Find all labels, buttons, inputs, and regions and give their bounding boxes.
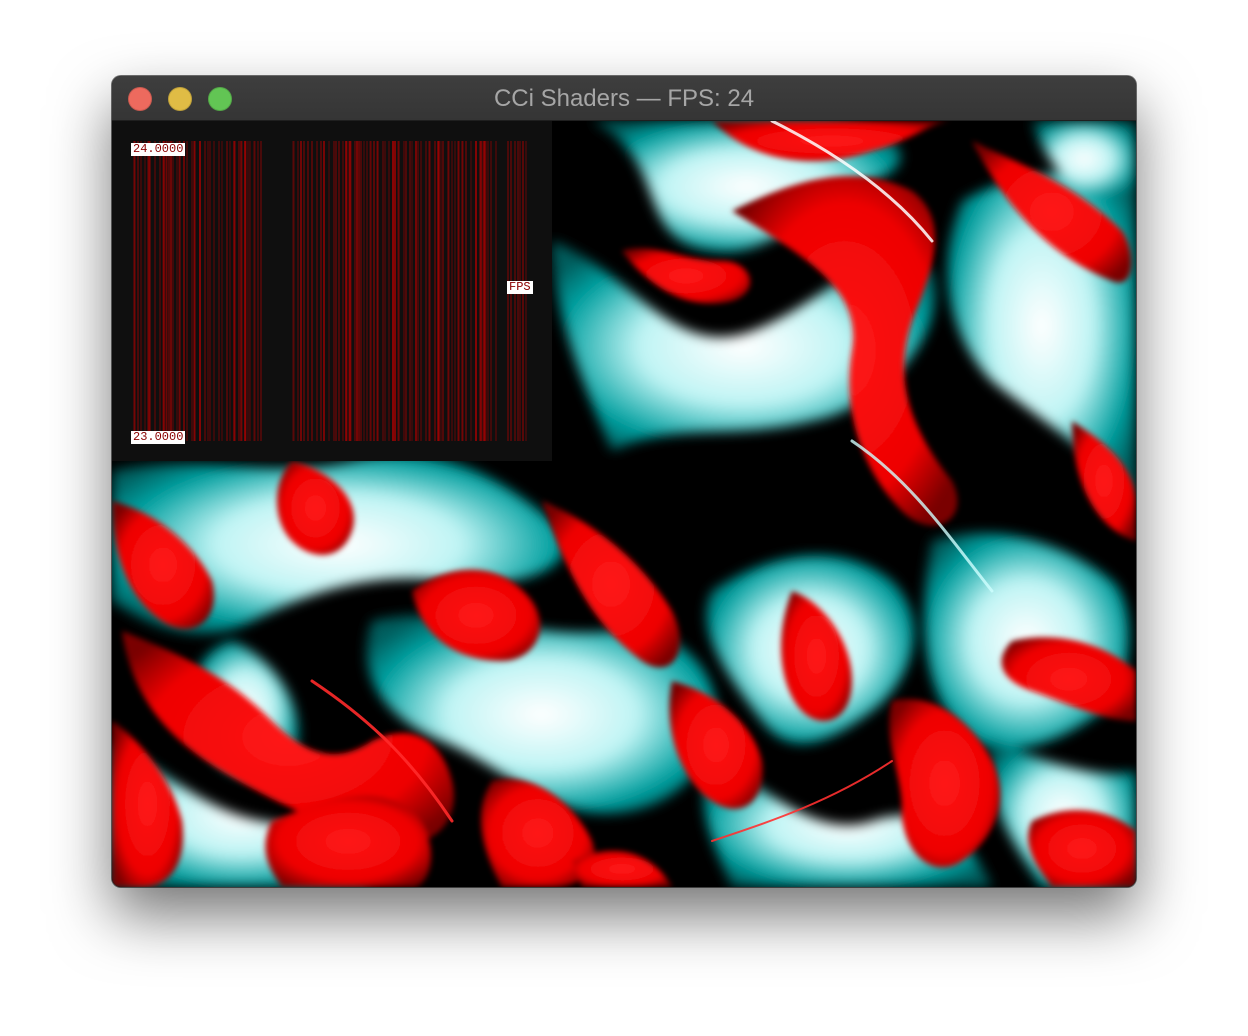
graph-max-label: 24.0000 xyxy=(131,142,186,156)
graph-min-label: 23.0000 xyxy=(131,430,186,444)
fps-graph: 24.0000 23.0000 FPS xyxy=(112,121,552,461)
graph-series-label: FPS xyxy=(507,280,533,294)
shader-canvas[interactable]: 24.0000 23.0000 FPS xyxy=(112,121,1136,887)
window-title: CCi Shaders — FPS: 24 xyxy=(493,85,755,112)
app-window: CCi Shaders — FPS: 24 24.0000 23.0000 FP… xyxy=(112,76,1136,887)
title-bar[interactable]: CCi Shaders — FPS: 24 xyxy=(112,76,1136,121)
fps-graph-bars xyxy=(133,141,527,441)
